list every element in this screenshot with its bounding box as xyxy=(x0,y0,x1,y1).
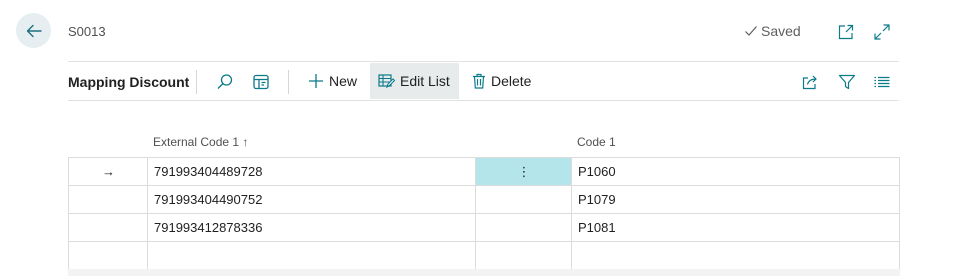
column-header-external-code[interactable]: External Code 1 ↑ xyxy=(153,135,248,149)
open-new-window-button[interactable] xyxy=(836,22,856,42)
grid-footer-band xyxy=(68,269,900,276)
delete-button[interactable]: Delete xyxy=(464,63,539,99)
row-selector[interactable] xyxy=(68,214,148,241)
new-button[interactable]: New xyxy=(300,63,365,99)
checkmark-icon xyxy=(745,26,757,36)
external-code-cell[interactable]: 791993404489728 xyxy=(147,158,476,185)
back-button[interactable] xyxy=(16,13,51,48)
code-cell[interactable]: P1081 xyxy=(571,214,900,241)
expand-button[interactable] xyxy=(872,22,892,42)
filter-pane-icon xyxy=(253,74,269,90)
row-selection-marker[interactable]: → xyxy=(68,158,148,185)
table-row[interactable] xyxy=(68,242,900,270)
expand-icon xyxy=(874,24,890,40)
share-button[interactable] xyxy=(798,70,822,94)
row-selector[interactable] xyxy=(68,242,148,269)
saved-label: Saved xyxy=(761,23,801,39)
arrow-left-icon xyxy=(26,24,42,37)
saved-status: Saved xyxy=(744,23,801,39)
search-icon xyxy=(217,74,233,89)
code-cell[interactable]: P1079 xyxy=(571,186,900,213)
toolbar-divider xyxy=(68,100,899,101)
header-divider xyxy=(68,61,899,62)
external-code-cell[interactable] xyxy=(147,242,476,269)
filter-icon xyxy=(838,74,856,90)
open-new-window-icon xyxy=(838,24,854,40)
data-grid: → 791993404489728 ⋮ P1060 79199340449075… xyxy=(68,157,900,270)
page-section-title: Mapping Discount xyxy=(68,74,190,90)
row-actions-cell[interactable] xyxy=(475,242,572,269)
toolbar-separator xyxy=(288,70,289,94)
list-view-icon xyxy=(874,76,890,88)
share-icon xyxy=(802,75,817,90)
filter-pane-button[interactable] xyxy=(249,70,273,94)
table-row[interactable]: 791993404490752 P1079 xyxy=(68,186,900,214)
new-button-label: New xyxy=(329,73,358,89)
row-selector[interactable] xyxy=(68,186,148,213)
page-title: S0013 xyxy=(68,24,106,39)
table-row[interactable]: → 791993404489728 ⋮ P1060 xyxy=(68,158,900,186)
row-actions-menu[interactable]: ⋮ xyxy=(475,158,572,185)
row-actions-cell[interactable] xyxy=(475,186,572,213)
trash-icon xyxy=(473,73,485,89)
plus-icon xyxy=(309,74,323,88)
delete-button-label: Delete xyxy=(491,73,532,89)
search-button[interactable] xyxy=(213,70,237,94)
filter-button[interactable] xyxy=(835,70,859,94)
list-view-button[interactable] xyxy=(870,70,894,94)
table-row[interactable]: 791993412878336 P1081 xyxy=(68,214,900,242)
code-cell[interactable]: P1060 xyxy=(571,158,900,185)
external-code-cell[interactable]: 791993404490752 xyxy=(147,186,476,213)
edit-list-icon xyxy=(378,74,395,89)
row-actions-cell[interactable] xyxy=(475,214,572,241)
code-cell[interactable] xyxy=(571,242,900,269)
toolbar-separator xyxy=(196,70,197,94)
external-code-cell[interactable]: 791993412878336 xyxy=(147,214,476,241)
edit-list-button[interactable]: Edit List xyxy=(370,63,459,99)
column-header-code[interactable]: Code 1 xyxy=(577,135,616,149)
edit-list-button-label: Edit List xyxy=(400,73,450,89)
